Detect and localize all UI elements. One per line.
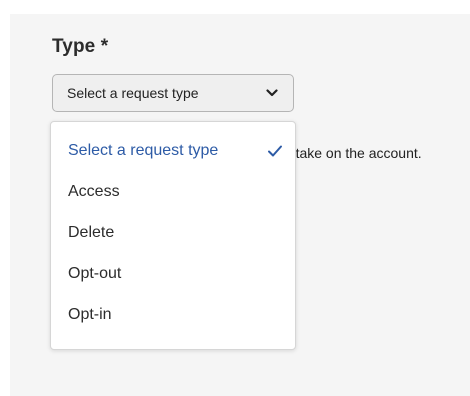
option-opt-out[interactable]: Opt-out [51,253,295,294]
option-select-a-request-type[interactable]: Select a request type [51,130,295,171]
type-field-label: Type * [52,36,109,57]
option-access[interactable]: Access [51,171,295,212]
chevron-down-icon [265,86,279,100]
option-label: Opt-out [68,264,122,282]
checkmark-icon [267,144,283,158]
option-label: Opt-in [68,305,112,323]
helper-text: to take on the account. [290,145,422,161]
option-opt-in[interactable]: Opt-in [51,294,295,335]
select-current-value: Select a request type [67,85,199,101]
option-delete[interactable]: Delete [51,212,295,253]
option-label: Delete [68,223,115,241]
option-label: Access [68,182,120,200]
request-type-dropdown-menu: Select a request type Access Delete Opt-… [50,121,296,350]
request-type-select[interactable]: Select a request type [52,74,294,112]
option-label: Select a request type [68,141,219,159]
